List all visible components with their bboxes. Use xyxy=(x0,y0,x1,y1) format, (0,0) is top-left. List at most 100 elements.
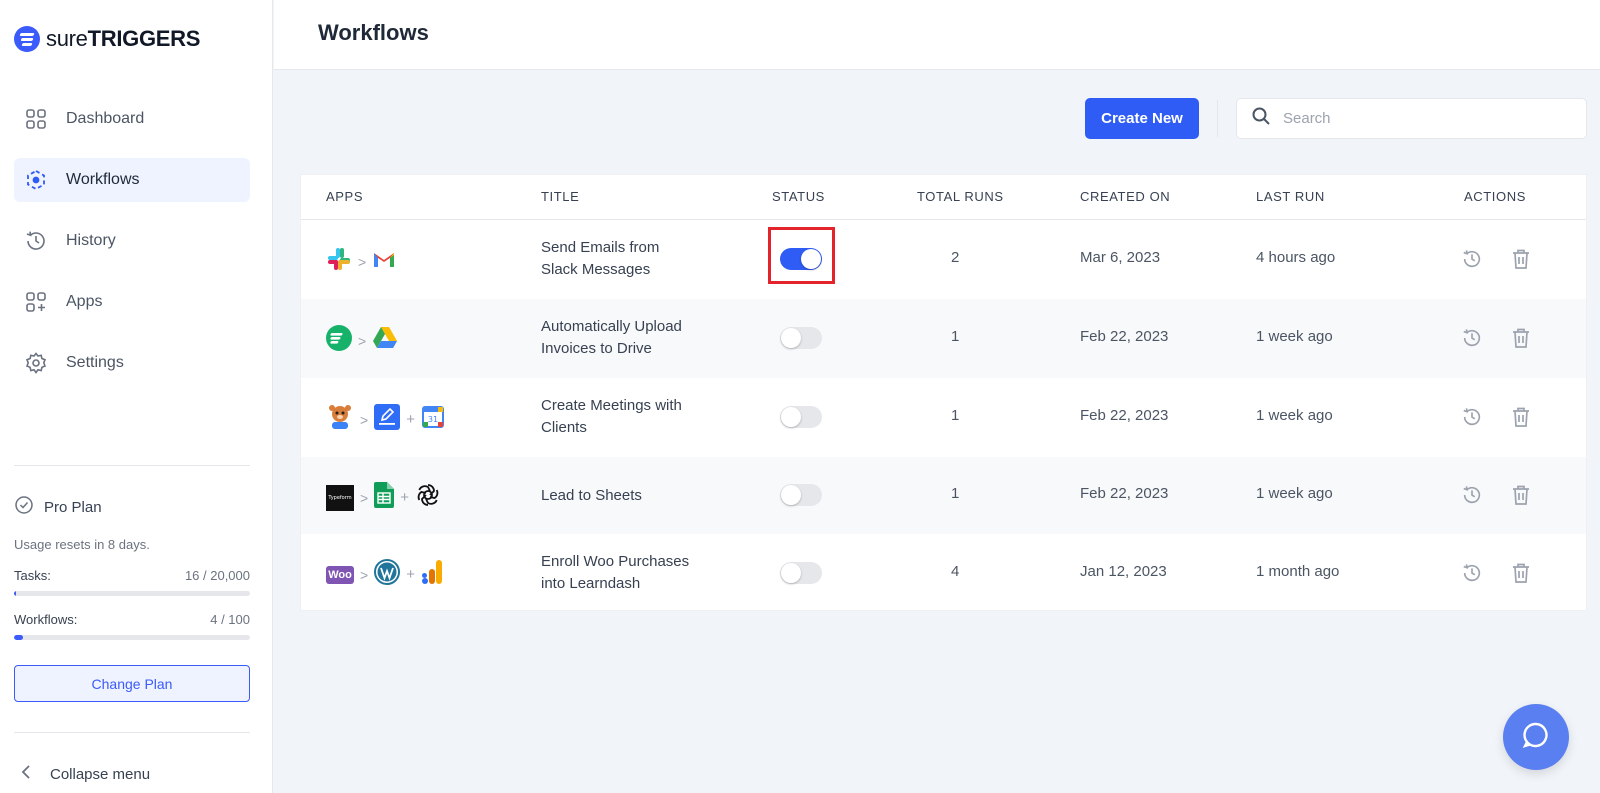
table-row: Woo > + Enroll Woo Purchases into Learnda… xyxy=(301,534,1586,611)
change-plan-button[interactable]: Change Plan xyxy=(14,665,250,702)
row-total-runs: 1 xyxy=(951,328,960,345)
create-new-button[interactable]: Create New xyxy=(1085,98,1199,139)
delete-button[interactable] xyxy=(1509,247,1533,271)
tasks-progress-fill xyxy=(14,591,16,596)
run-history-button[interactable] xyxy=(1460,561,1484,585)
toggle-knob xyxy=(781,328,801,348)
row-total-runs: 1 xyxy=(951,407,960,424)
row-title[interactable]: Lead to Sheets xyxy=(541,485,716,507)
grid-icon xyxy=(24,107,48,131)
toggle-knob xyxy=(781,563,801,583)
trash-icon xyxy=(1513,485,1529,505)
typeform-icon: Typeform xyxy=(326,484,354,511)
check-badge-icon xyxy=(14,495,34,519)
suretriggers-logo-icon xyxy=(14,26,40,52)
trash-icon xyxy=(1513,249,1529,269)
sidebar-item-dashboard[interactable]: Dashboard xyxy=(14,97,250,141)
row-title[interactable]: Create Meetings with Clients xyxy=(541,395,716,439)
sidebar-divider xyxy=(14,732,250,733)
brand-logo[interactable]: sureTRIGGERS xyxy=(14,26,200,52)
toolbar-divider xyxy=(1217,100,1218,137)
sidebar-item-label: Workflows xyxy=(66,171,140,188)
chevron-right-icon: > xyxy=(358,253,367,270)
help-chat-button[interactable] xyxy=(1503,704,1569,770)
sidebar-item-workflows[interactable]: Workflows xyxy=(14,158,250,202)
sidebar-divider xyxy=(14,465,250,466)
row-title[interactable]: Send Emails from Slack Messages xyxy=(541,237,716,281)
row-created-on: Jan 12, 2023 xyxy=(1080,563,1167,580)
plus-icon: + xyxy=(406,566,415,583)
tasks-label: Tasks: xyxy=(14,568,51,583)
row-total-runs: 2 xyxy=(951,249,960,266)
status-toggle[interactable] xyxy=(780,248,822,270)
row-apps: > xyxy=(326,246,396,277)
table-header: APPS TITLE STATUS TOTAL RUNS CREATED ON … xyxy=(301,175,1586,220)
workflows-value: 4 / 100 xyxy=(210,612,250,627)
row-apps: Woo > + xyxy=(326,559,443,590)
usage-reset-note: Usage resets in 8 days. xyxy=(14,537,150,552)
column-header-actions: ACTIONS xyxy=(1464,189,1526,204)
row-created-on: Feb 22, 2023 xyxy=(1080,485,1169,502)
chevron-right-icon: > xyxy=(358,332,367,349)
column-header-status: STATUS xyxy=(772,189,825,204)
run-history-button[interactable] xyxy=(1460,405,1484,429)
gear-icon xyxy=(24,351,48,375)
delete-button[interactable] xyxy=(1509,561,1533,585)
status-toggle[interactable] xyxy=(780,327,822,349)
table-row: > Send Emails from Slack Messages 2 Mar 6… xyxy=(301,220,1586,299)
row-title[interactable]: Automatically Upload Invoices to Drive xyxy=(541,316,716,360)
toggle-knob xyxy=(781,485,801,505)
status-toggle[interactable] xyxy=(780,484,822,506)
workflows-progress-fill xyxy=(14,635,24,640)
slack-icon xyxy=(326,246,352,277)
chevron-right-icon: > xyxy=(360,566,369,583)
chevron-left-icon xyxy=(20,764,32,784)
column-header-apps: APPS xyxy=(326,189,364,204)
google-drive-icon xyxy=(372,326,398,355)
collapse-menu-label: Collapse menu xyxy=(50,765,151,783)
search-icon xyxy=(1251,106,1271,131)
row-apps: Typeform > + xyxy=(326,482,441,513)
trash-icon xyxy=(1513,328,1529,348)
page-title: Workflows xyxy=(318,20,429,45)
trash-icon xyxy=(1513,407,1529,427)
sidebar-item-history[interactable]: History xyxy=(14,219,250,263)
row-created-on: Mar 6, 2023 xyxy=(1080,249,1161,266)
row-last-run: 1 month ago xyxy=(1256,563,1340,580)
sidebar-item-settings[interactable]: Settings xyxy=(14,341,250,385)
edit-form-icon xyxy=(374,404,401,435)
search-input[interactable] xyxy=(1283,110,1573,127)
column-header-total-runs: TOTAL RUNS xyxy=(917,189,1004,204)
collapse-menu-button[interactable]: Collapse menu xyxy=(20,764,150,784)
row-title[interactable]: Enroll Woo Purchases into Learndash xyxy=(541,551,716,595)
row-last-run: 4 hours ago xyxy=(1256,249,1336,266)
column-header-last-run: LAST RUN xyxy=(1256,189,1325,204)
workflow-icon xyxy=(24,168,48,192)
history-icon xyxy=(1463,408,1481,426)
tasks-usage: Tasks: 16 / 20,000 xyxy=(14,568,250,583)
google-sheets-icon xyxy=(374,482,395,513)
row-last-run: 1 week ago xyxy=(1256,328,1333,345)
search-box[interactable] xyxy=(1236,98,1587,139)
history-icon xyxy=(1463,486,1481,504)
plan-title: Pro Plan xyxy=(14,495,250,519)
svg-text:31: 31 xyxy=(428,415,438,424)
apps-add-icon xyxy=(24,290,48,314)
sidebar-item-label: History xyxy=(66,232,116,249)
toggle-knob xyxy=(801,249,821,269)
row-created-on: Feb 22, 2023 xyxy=(1080,328,1169,345)
delete-button[interactable] xyxy=(1509,326,1533,350)
delete-button[interactable] xyxy=(1509,405,1533,429)
delete-button[interactable] xyxy=(1509,483,1533,507)
history-icon xyxy=(24,229,48,253)
run-history-button[interactable] xyxy=(1460,483,1484,507)
sidebar-item-apps[interactable]: Apps xyxy=(14,280,250,324)
run-history-button[interactable] xyxy=(1460,326,1484,350)
run-history-button[interactable] xyxy=(1460,247,1484,271)
suretriggers-icon xyxy=(326,325,352,356)
status-toggle[interactable] xyxy=(780,562,822,584)
sidebar-nav: Dashboard Workflows History Apps Setting… xyxy=(14,97,250,402)
history-icon xyxy=(1463,564,1481,582)
status-toggle[interactable] xyxy=(780,406,822,428)
wordpress-icon xyxy=(374,559,401,590)
